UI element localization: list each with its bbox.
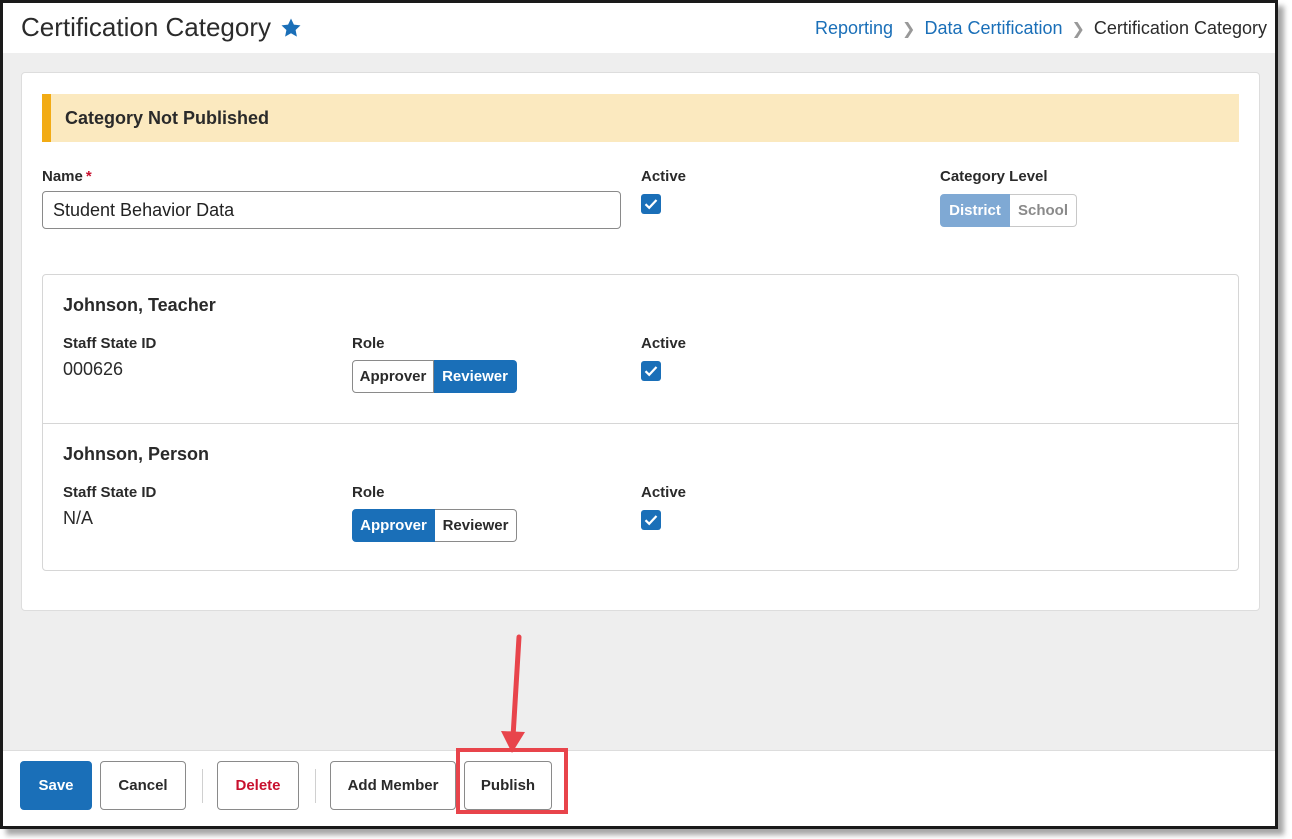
breadcrumb: Reporting ❯ Data Certification ❯ Certifi… [815, 18, 1267, 39]
role-approver[interactable]: Approver [352, 509, 435, 542]
name-label-text: Name [42, 168, 83, 185]
page-title: Certification Category [21, 12, 303, 43]
role-reviewer[interactable]: Reviewer [435, 509, 517, 542]
role-approver[interactable]: Approver [352, 360, 434, 393]
list-item: Johnson, Person Staff State ID N/A Role … [43, 423, 1238, 571]
staff-state-id-value: N/A [63, 508, 94, 528]
status-banner: Category Not Published [42, 94, 1239, 142]
category-level-district[interactable]: District [940, 194, 1010, 227]
role-reviewer[interactable]: Reviewer [434, 360, 517, 393]
divider [202, 769, 203, 803]
add-member-button[interactable]: Add Member [330, 761, 456, 810]
name-label: Name * [42, 168, 92, 185]
active-label: Active [641, 484, 687, 501]
staff-state-id-value: 000626 [63, 359, 124, 379]
category-level-toggle: District School [940, 194, 1077, 227]
name-input[interactable] [42, 191, 621, 229]
required-mark: * [85, 168, 92, 185]
banner-text: Category Not Published [65, 107, 270, 128]
checkmark-icon [644, 366, 658, 377]
role-label: Role [352, 484, 385, 501]
member-name: Johnson, Teacher [63, 295, 216, 315]
breadcrumb-current: Certification Category [1093, 18, 1267, 38]
staff-state-id-label: Staff State ID [63, 484, 157, 501]
role-toggle: Approver Reviewer [352, 360, 517, 393]
page-title-text: Certification Category [21, 12, 271, 42]
category-card: Category Not Published Name* Active Cate… [21, 72, 1260, 611]
arrow-down-annotation [501, 634, 525, 753]
role-label: Role [352, 335, 385, 352]
active-label: Active [641, 335, 687, 352]
app-window: Certification Category Reporting ❯ Data … [0, 0, 1278, 829]
list-item: Johnson, Teacher Staff State ID 000626 R… [43, 275, 1238, 423]
chevron-right-icon: ❯ [1071, 20, 1085, 38]
action-bar: Save Cancel Delete Add Member Publish [3, 748, 1275, 826]
active-checkbox[interactable] [641, 194, 661, 214]
checkmark-icon [644, 199, 658, 210]
member-name: Johnson, Person [63, 444, 210, 464]
role-toggle: Approver Reviewer [352, 509, 517, 542]
member-active-checkbox[interactable] [641, 510, 661, 530]
staff-state-id-label: Staff State ID [63, 335, 157, 352]
save-button[interactable]: Save [20, 761, 92, 810]
category-level-label: Category Level [940, 168, 1048, 185]
star-icon[interactable] [279, 16, 303, 40]
top-bar: Certification Category Reporting ❯ Data … [3, 3, 1275, 53]
checkmark-icon [644, 515, 658, 526]
members-list: Johnson, Teacher Staff State ID 000626 R… [42, 274, 1239, 571]
divider [315, 769, 316, 803]
chevron-right-icon: ❯ [902, 20, 916, 38]
breadcrumb-data-certification[interactable]: Data Certification [924, 18, 1062, 39]
cancel-button[interactable]: Cancel [100, 761, 186, 810]
publish-highlight-annotation [456, 748, 568, 814]
delete-button[interactable]: Delete [217, 761, 299, 810]
member-active-checkbox[interactable] [641, 361, 661, 381]
active-label: Active [641, 168, 687, 185]
breadcrumb-reporting[interactable]: Reporting [815, 18, 893, 39]
category-level-school[interactable]: School [1010, 194, 1077, 227]
